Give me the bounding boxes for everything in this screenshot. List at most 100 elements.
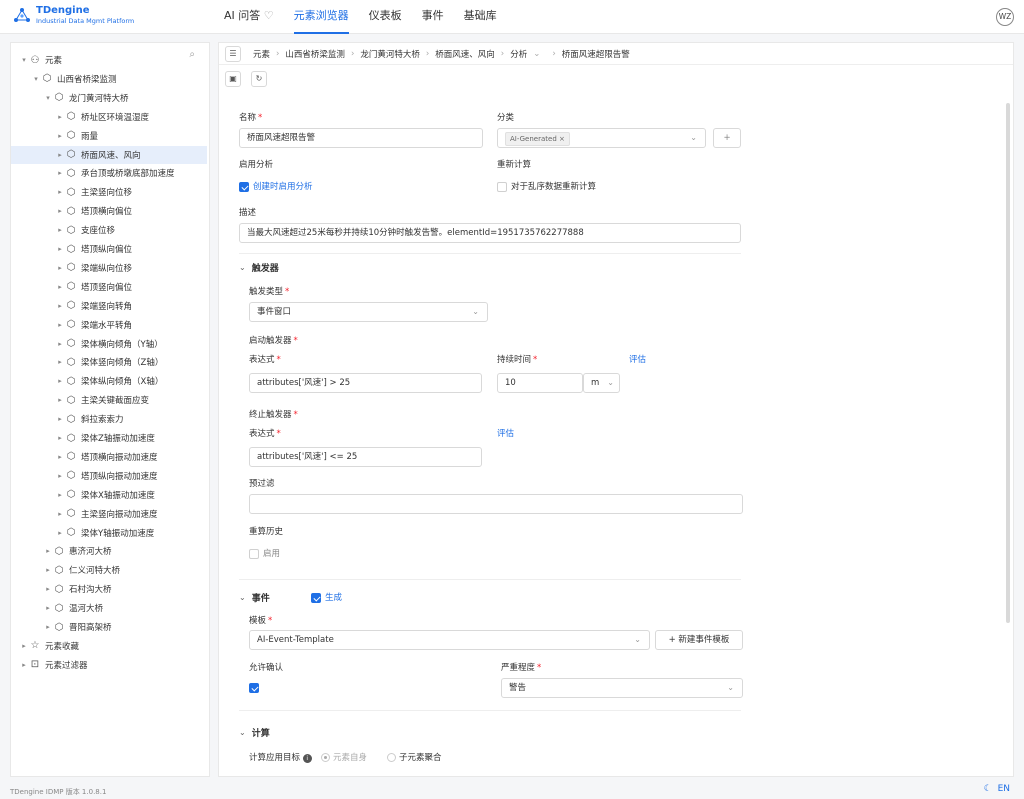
caret-right-icon[interactable]: ▸ [55, 132, 65, 140]
tree-item[interactable]: ▸ ⬡ 塔顶纵向振动加速度 [11, 467, 207, 485]
tree-item[interactable]: ▸ ⬡ 桥面风速、风向 [11, 145, 207, 164]
caret-right-icon[interactable]: ▸ [55, 415, 65, 423]
breadcrumb-item[interactable]: 分析 [510, 48, 527, 60]
caret-right-icon[interactable]: ▸ [19, 642, 29, 650]
prefilter-input[interactable] [249, 494, 743, 514]
logo[interactable]: TDengine Industrial Data Mgmt Platform [12, 6, 134, 26]
recalc-out-of-order[interactable]: 对于乱序数据重新计算 [497, 180, 596, 192]
severity-select[interactable]: 警告 ⌄ [501, 678, 743, 698]
checkbox-checked-icon[interactable] [311, 592, 321, 603]
refresh-icon[interactable]: ↻ [251, 71, 267, 87]
caret-right-icon[interactable]: ▸ [55, 113, 65, 121]
tree-item[interactable]: ▸ ⬡ 桥址区环境温湿度 [11, 108, 207, 126]
caret-right-icon[interactable]: ▸ [55, 340, 65, 348]
breadcrumb-item[interactable]: 山西省桥梁监测 [285, 48, 345, 60]
tree-item[interactable]: ▸ ⬡ 石村沟大桥 [11, 580, 207, 598]
duration-unit-select[interactable]: m ⌄ [583, 373, 620, 393]
caret-right-icon[interactable]: ▸ [55, 226, 65, 234]
checkbox-checked-icon[interactable] [249, 683, 259, 693]
radio-icon[interactable] [387, 753, 396, 762]
caret-right-icon[interactable]: ▸ [55, 302, 65, 310]
tree-item[interactable]: ▸ ⬡ 塔顶纵向偏位 [11, 240, 207, 258]
caret-right-icon[interactable]: ▸ [55, 151, 65, 159]
checkbox-checked-icon[interactable] [239, 181, 249, 192]
caret-right-icon[interactable]: ▸ [55, 321, 65, 329]
tree-item[interactable]: ▾ ⬡ 龙门黄河特大桥 [11, 89, 207, 107]
tree-item[interactable]: ▸ ⊡ 元素过滤器 [11, 656, 207, 674]
caret-right-icon[interactable]: ▸ [55, 245, 65, 253]
caret-right-icon[interactable]: ▸ [55, 207, 65, 215]
language-toggle[interactable]: EN [998, 784, 1010, 794]
calc-section-toggle[interactable]: ⌄ 计算 [239, 726, 270, 739]
caret-right-icon[interactable]: ▸ [55, 510, 65, 518]
tree-item[interactable]: ▸ ⬡ 承台顶或桥墩底部加速度 [11, 164, 207, 182]
caret-right-icon[interactable]: ▸ [55, 529, 65, 537]
tree-item[interactable]: ▸ ⬡ 梁端水平转角 [11, 316, 207, 334]
caret-right-icon[interactable]: ▸ [55, 358, 65, 366]
caret-down-icon[interactable]: ▾ [19, 56, 29, 64]
caret-down-icon[interactable]: ▾ [31, 75, 41, 83]
new-event-template-button[interactable]: + 新建事件模板 [655, 630, 743, 650]
collapse-sidebar-icon[interactable]: ☰ [225, 45, 241, 62]
caret-right-icon[interactable]: ▸ [43, 604, 53, 612]
caret-right-icon[interactable]: ▸ [55, 491, 65, 499]
category-select[interactable]: AI-Generated × ⌄ [497, 128, 706, 148]
breadcrumb-item[interactable]: 龙门黄河特大桥 [360, 48, 420, 60]
evaluate-stop-link[interactable]: 评估 [497, 427, 514, 439]
tree-item[interactable]: ▸ ⬡ 塔顶竖向偏位 [11, 278, 207, 296]
start-expression-input[interactable]: attributes['风速'] > 25 [249, 373, 482, 393]
save-icon[interactable]: ▣ [225, 71, 241, 87]
caret-right-icon[interactable]: ▸ [43, 623, 53, 631]
caret-right-icon[interactable]: ▸ [19, 661, 29, 669]
radio-selected-icon[interactable] [321, 753, 330, 762]
checkbox-icon[interactable] [249, 548, 259, 559]
caret-right-icon[interactable]: ▸ [55, 169, 65, 177]
avatar[interactable]: WZ [996, 8, 1014, 26]
duration-input[interactable]: 10 [497, 373, 583, 393]
tree-item[interactable]: ▸ ⬡ 梁体横向倾角（Y轴） [11, 335, 207, 353]
allow-ack-checkbox[interactable] [249, 683, 263, 694]
checkbox-icon[interactable] [497, 181, 507, 192]
event-section-toggle[interactable]: ⌄ 事件 [239, 591, 270, 604]
tree-item[interactable]: ▸ ⬡ 惠济河大桥 [11, 542, 207, 560]
tree-item[interactable]: ▸ ⬡ 塔顶横向振动加速度 [11, 448, 207, 466]
caret-right-icon[interactable]: ▸ [55, 264, 65, 272]
info-icon[interactable]: i [302, 754, 312, 763]
caret-right-icon[interactable]: ▸ [55, 283, 65, 291]
trigger-section-toggle[interactable]: ⌄ 触发器 [239, 261, 279, 274]
tree-item[interactable]: ▸ ⬡ 支座位移 [11, 221, 207, 239]
tree-item[interactable]: ▸ ⬡ 梁端竖向转角 [11, 297, 207, 315]
calc-child-radio[interactable]: 子元素聚合 [387, 751, 442, 763]
caret-right-icon[interactable]: ▸ [55, 188, 65, 196]
nav-ai-qa[interactable]: AI 问答 ♡ [216, 0, 282, 34]
tree-item[interactable]: ▸ ⬡ 主梁竖向振动加速度 [11, 505, 207, 523]
tree-item[interactable]: ▸ ⬡ 主梁关键截面应变 [11, 391, 207, 409]
breadcrumb-item[interactable]: 元素 [253, 48, 270, 60]
calc-self-radio[interactable]: 元素自身 [321, 751, 367, 763]
event-generate-checkbox[interactable]: 生成 [311, 591, 342, 603]
nav-element-browser[interactable]: 元素浏览器 [286, 0, 357, 34]
caret-right-icon[interactable]: ▸ [43, 566, 53, 574]
nav-events[interactable]: 事件 [414, 0, 452, 34]
close-icon[interactable]: × [559, 135, 565, 143]
evaluate-start-link[interactable]: 评估 [629, 353, 646, 365]
add-category-button[interactable]: + [713, 128, 741, 148]
trigger-type-select[interactable]: 事件窗口 ⌄ [249, 302, 488, 322]
caret-right-icon[interactable]: ▸ [55, 396, 65, 404]
chevron-down-icon[interactable]: ⌄ [533, 49, 540, 59]
tree-item[interactable]: ▾ ⬡ 山西省桥梁监测 [11, 70, 207, 88]
caret-right-icon[interactable]: ▸ [55, 472, 65, 480]
tree-item[interactable]: ▸ ⬡ 梁体Y轴振动加速度 [11, 524, 207, 542]
template-select[interactable]: AI-Event-Template ⌄ [249, 630, 650, 650]
caret-right-icon[interactable]: ▸ [43, 547, 53, 555]
caret-right-icon[interactable]: ▸ [43, 585, 53, 593]
recalc-history-enable[interactable]: 启用 [249, 547, 280, 559]
tree-item[interactable]: ▸ ⬡ 温河大桥 [11, 599, 207, 617]
caret-right-icon[interactable]: ▸ [55, 377, 65, 385]
tree-item[interactable]: ▸ ⬡ 梁体纵向倾角（X轴） [11, 372, 207, 390]
scrollbar[interactable] [1006, 103, 1010, 623]
tree-item[interactable]: ▸ ⬡ 梁体竖向倾角（Z轴） [11, 353, 207, 371]
tree-item[interactable]: ▸ ⬡ 梁体Z轴振动加速度 [11, 429, 207, 447]
tree-item[interactable]: ▸ ⬡ 梁端纵向位移 [11, 259, 207, 277]
tree-item[interactable]: ▸ ⬡ 斜拉索索力 [11, 410, 207, 428]
